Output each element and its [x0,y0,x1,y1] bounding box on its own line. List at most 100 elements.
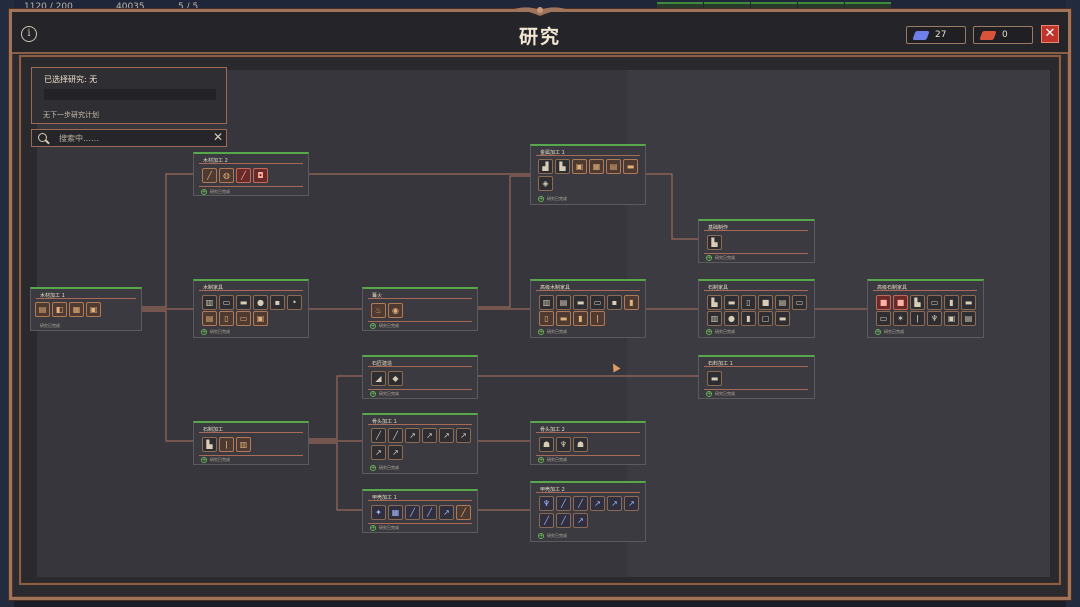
barrel-icon: ● [253,295,268,310]
carapace-pick-icon: ↗ [624,496,639,511]
carapace-axe-icon: ↗ [439,505,454,520]
research-node-basic-production[interactable]: 基础制作 ▙ + 研究已完成 [698,219,815,263]
next-research-plan: 无下一步研究计划 [43,111,99,119]
bench-icon: ▬ [573,295,588,310]
research-node-wood-furniture[interactable]: 木制家具 ▥ ▭ ▬ ● ▪ • ▤ ▯ ▭ ▣ + 研究已完成 [193,279,309,338]
bag-icon: ◘ [253,168,268,183]
carved-bed-icon: ▭ [876,311,891,326]
research-node-stone-processing[interactable]: 石制加工 ▙ ǀ ▥ + 研究已完成 [193,421,309,465]
carapace-plate-icon: ▦ [388,505,403,520]
bone-spear-icon: ↗ [405,428,420,443]
research-node-carapace-processing-1[interactable]: 甲壳加工 1 ✦ ▦ ╱ ╱ ↗ ╱ + 研究已完成 [362,489,478,533]
stool-icon: ▪ [270,295,285,310]
bench-icon: ▬ [236,295,251,310]
cabinet-icon: ▤ [961,311,976,326]
add-icon: + [538,457,544,463]
node-status: 研究已完成 [547,457,567,462]
node-status: 研究已完成 [379,391,399,396]
research-node-bone-processing-2[interactable]: 骨头加工 2 ☗ ♆ ☗ + 研究已完成 [530,421,646,465]
carapace-hook-icon: ╱ [539,513,554,528]
torch-icon: ╱ [236,168,251,183]
add-icon: + [706,329,712,335]
plank-icon: ▤ [35,302,50,317]
node-status: 研究已完成 [210,329,230,334]
carapace-dagger-icon: ╱ [573,496,588,511]
carapace-armor-icon: ♆ [539,496,554,511]
chest-icon: ▣ [572,159,587,174]
node-status: 研究已完成 [715,329,735,334]
rune-icon: ✶ [893,311,908,326]
dresser-icon: ▤ [556,295,571,310]
door-icon: ▯ [219,311,234,326]
stonecutter-icon: ▙ [202,437,217,452]
stone-bed-icon: ▬ [724,295,739,310]
pillar-icon: ▮ [573,311,588,326]
table-icon: ▣ [86,302,101,317]
brazier-icon: ǀ [910,311,925,326]
research-node-stone-working-1[interactable]: 石料加工 1 ▬ + 研究已完成 [698,355,815,399]
bellows-icon: ◈ [538,176,553,191]
carapace-shell-icon: ✦ [371,505,386,520]
game-screen: 1120 / 200 40035 5 / 5 研究 i 27 0 ✕ 木材加工 … [0,0,1080,607]
add-icon: + [538,533,544,539]
research-node-campfire[interactable]: 篝火 ♨ ◉ + 研究已完成 [362,287,478,331]
research-node-wood-processing-1[interactable]: 木材加工 1 ▤ ◧ ▦ ▣ 研究已完成 [30,287,142,331]
research-node-advanced-wood-furniture[interactable]: 高级木制家具 ▥ ▤ ▬ ▭ ▪ ▮ ▯ ▬ ▮ ǀ + 研究已完成 [530,279,646,338]
crate-icon: ▣ [253,311,268,326]
node-status: 研究已完成 [715,391,735,396]
chair-icon: ▥ [202,295,217,310]
throne-icon: ▙ [910,295,925,310]
research-node-stone-furniture[interactable]: 石制家具 ▙ ▬ ▯ ■ ▤ ▭ ▥ ● ▮ ▢ ▬ + 研究已完成 [698,279,815,338]
wardrobe-icon: ▥ [539,295,554,310]
grid-icon: ▦ [589,159,604,174]
stone-block-icon: ■ [758,295,773,310]
stone-pile-icon: ◆ [388,371,403,386]
clear-search-icon[interactable]: ✕ [213,130,223,144]
add-icon: + [201,457,207,463]
log-bench-icon: ▬ [556,311,571,326]
bone-sickle-icon: ↗ [371,445,386,460]
search-box[interactable]: 搜索中…… ✕ [31,129,227,147]
node-status: 研究已完成 [379,323,399,328]
hammer-icon: ǀ [219,437,234,452]
stone-pillar-icon: ▮ [741,311,756,326]
research-node-metal-processing-1[interactable]: 金属加工 1 ▟ ▙ ▣ ▦ ▤ ▬ ◈ + 研究已完成 [530,144,646,205]
workbench-icon: ▙ [707,235,722,250]
chisel-icon: ◢ [371,371,386,386]
research-node-stonemason[interactable]: 石匠建造 ◢ ◆ + 研究已完成 [362,355,478,399]
stick-icon: ╱ [202,168,217,183]
search-input[interactable]: 搜索中…… [59,133,99,144]
node-status: 研究已完成 [40,323,60,328]
carapace-sword-icon: ╱ [556,496,571,511]
bone-helmet-icon: ☗ [573,437,588,452]
carpet-icon: ■ [893,295,908,310]
candle-icon: ǀ [590,311,605,326]
research-node-wood-processing-2[interactable]: 木材加工 2 ╱ ◍ ╱ ◘ + 研究已完成 [193,152,309,196]
carapace-wand-icon: ╱ [456,505,471,520]
research-node-advanced-stone-furniture[interactable]: 高级石制家具 ■ ■ ▙ ▭ ▮ ▬ ▭ ✶ ǀ ♆ ▣ ▤ + 研究已完成 [867,279,984,338]
cabinet-icon: ▤ [202,311,217,326]
carapace-mace-icon: ↗ [573,513,588,528]
lantern-icon: ▯ [539,311,554,326]
fountain-icon: ▬ [961,295,976,310]
stone-table-icon: ▙ [707,295,722,310]
bone-club-icon: ╱ [388,428,403,443]
carapace-staff-icon: ↗ [607,496,622,511]
add-icon: + [201,189,207,195]
grindstone-icon: ▬ [707,371,722,386]
bed-icon: ▭ [590,295,605,310]
research-node-carapace-processing-2[interactable]: 甲壳加工 2 ♆ ╱ ╱ ↗ ↗ ↗ ╱ ╱ ↗ + 研究已完成 [530,481,646,542]
node-status: 研究已完成 [379,525,399,530]
node-status: 研究已完成 [547,533,567,538]
research-node-bone-processing-1[interactable]: 骨头加工 1 ╱ ╱ ↗ ↗ ↗ ↗ ↗ ↗ + 研究已完成 [362,413,478,474]
skull-mask-icon: ☗ [539,437,554,452]
add-icon: + [706,255,712,261]
fire-icon: ♨ [371,303,386,318]
log-icon: ◧ [52,302,67,317]
add-icon: + [538,196,544,202]
add-icon: + [706,391,712,397]
node-status: 研究已完成 [715,255,735,260]
node-status: 研究已完成 [884,329,904,334]
add-icon: + [370,391,376,397]
carapace-club-icon: ╱ [556,513,571,528]
